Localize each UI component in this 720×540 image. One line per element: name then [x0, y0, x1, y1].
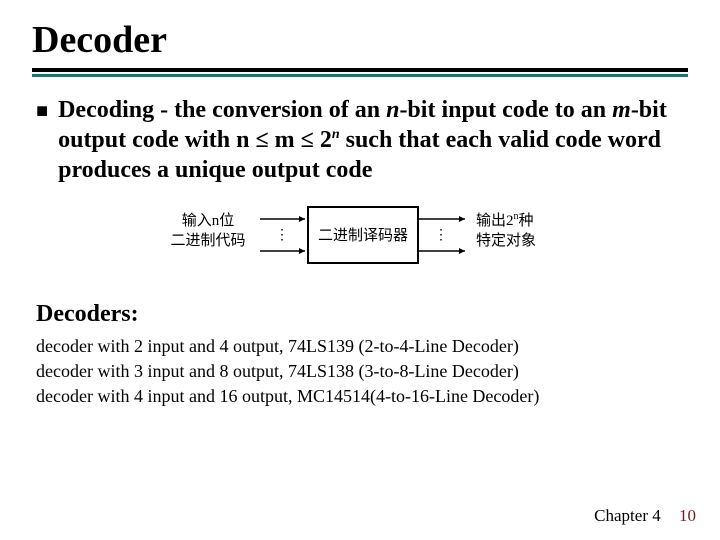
- chapter-label: Chapter 4: [594, 506, 661, 525]
- diagram-center-label: 二进制译码器: [318, 227, 408, 244]
- slide-footer: Chapter 4 10: [594, 506, 696, 526]
- page-number: 10: [679, 506, 696, 525]
- var-m: m: [612, 97, 631, 123]
- title-underline-accent: [32, 74, 688, 77]
- text-part: 2: [314, 127, 332, 153]
- text-part: m: [269, 127, 301, 153]
- le-symbol: ≤: [301, 127, 314, 153]
- superscript-n: n: [332, 127, 340, 142]
- decoder-diagram: 输入n位 二进制代码 ⋮ 二进制译码器 ⋮ 输出2n种 特定对象: [32, 195, 688, 285]
- decoders-subheading: Decoders:: [36, 301, 688, 328]
- decoder-example: decoder with 4 input and 16 output, MC14…: [36, 386, 688, 407]
- definition-text: Decoding - the conversion of an n-bit in…: [58, 95, 688, 185]
- slide-title: Decoder: [32, 18, 688, 62]
- ellipsis-icon: ⋮: [434, 228, 448, 243]
- var-n: n: [386, 97, 399, 123]
- text-part: Decoding - the conversion of an: [58, 97, 386, 123]
- diagram-right-label-bot: 特定对象: [476, 232, 536, 249]
- diagram-left-label-bot: 二进制代码: [170, 232, 245, 249]
- ellipsis-icon: ⋮: [275, 228, 289, 243]
- decoder-example: decoder with 3 input and 8 output, 74LS1…: [36, 361, 688, 382]
- le-symbol: ≤: [255, 127, 268, 153]
- text-part: -bit input code to an: [399, 97, 612, 123]
- diagram-left-label-top: 输入n位: [182, 212, 235, 229]
- bullet-icon: ■: [36, 99, 48, 123]
- diagram-right-label-top: 输出2n种: [476, 211, 534, 229]
- title-underline: [32, 68, 688, 72]
- bullet-item: ■ Decoding - the conversion of an n-bit …: [36, 95, 688, 185]
- decoder-example: decoder with 2 input and 4 output, 74LS1…: [36, 336, 688, 357]
